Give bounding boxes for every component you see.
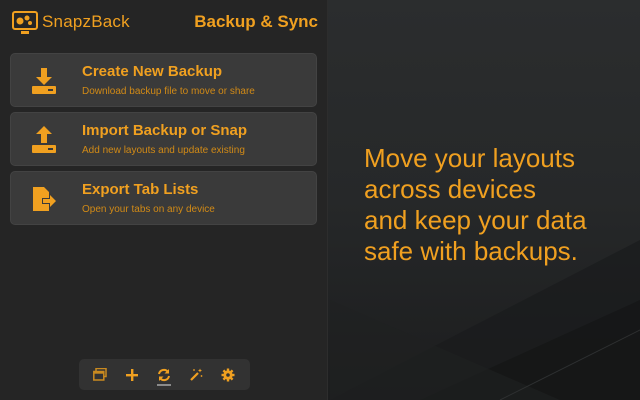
card-subtitle: Download backup file to move or share: [82, 86, 255, 97]
export-tab-lists-button[interactable]: Export Tab Lists Open your tabs on any d…: [10, 171, 317, 225]
page-title: Backup & Sync: [194, 12, 318, 31]
sidebar-panel: SnapzBack Backup & Sync Create New Backu…: [0, 0, 328, 400]
create-backup-button[interactable]: Create New Backup Download backup file t…: [10, 53, 317, 107]
add-button[interactable]: [118, 359, 146, 390]
settings-button[interactable]: [214, 359, 242, 390]
app-name: SnapzBack: [42, 12, 130, 31]
promo-line: and keep your data: [364, 205, 587, 235]
promo-message: Move your layouts across devices and kee…: [364, 143, 634, 267]
promo-line: safe with backups.: [364, 236, 578, 266]
layouts-button[interactable]: [86, 359, 114, 390]
sync-icon: [158, 368, 170, 382]
magic-wand-button[interactable]: [182, 359, 210, 390]
promo-line: across devices: [364, 174, 536, 204]
bottom-toolbar: [79, 359, 250, 390]
magic-wand-icon: [190, 368, 203, 381]
card-title: Export Tab Lists: [82, 181, 199, 198]
gear-icon: [221, 368, 235, 382]
upload-icon: [32, 126, 56, 153]
snapzback-logo: [12, 11, 38, 34]
layouts-icon: [93, 368, 107, 381]
card-subtitle: Open your tabs on any device: [82, 204, 215, 215]
card-subtitle: Add new layouts and update existing: [82, 145, 245, 156]
download-icon: [32, 68, 56, 94]
card-title: Import Backup or Snap: [82, 122, 248, 139]
import-backup-button[interactable]: Import Backup or Snap Add new layouts an…: [10, 112, 317, 166]
sync-button[interactable]: [150, 359, 178, 390]
card-title: Create New Backup: [82, 63, 223, 80]
export-icon: [33, 187, 56, 211]
add-icon: [126, 369, 138, 381]
header: SnapzBack Backup & Sync: [0, 0, 328, 46]
promo-line: Move your layouts: [364, 143, 575, 173]
